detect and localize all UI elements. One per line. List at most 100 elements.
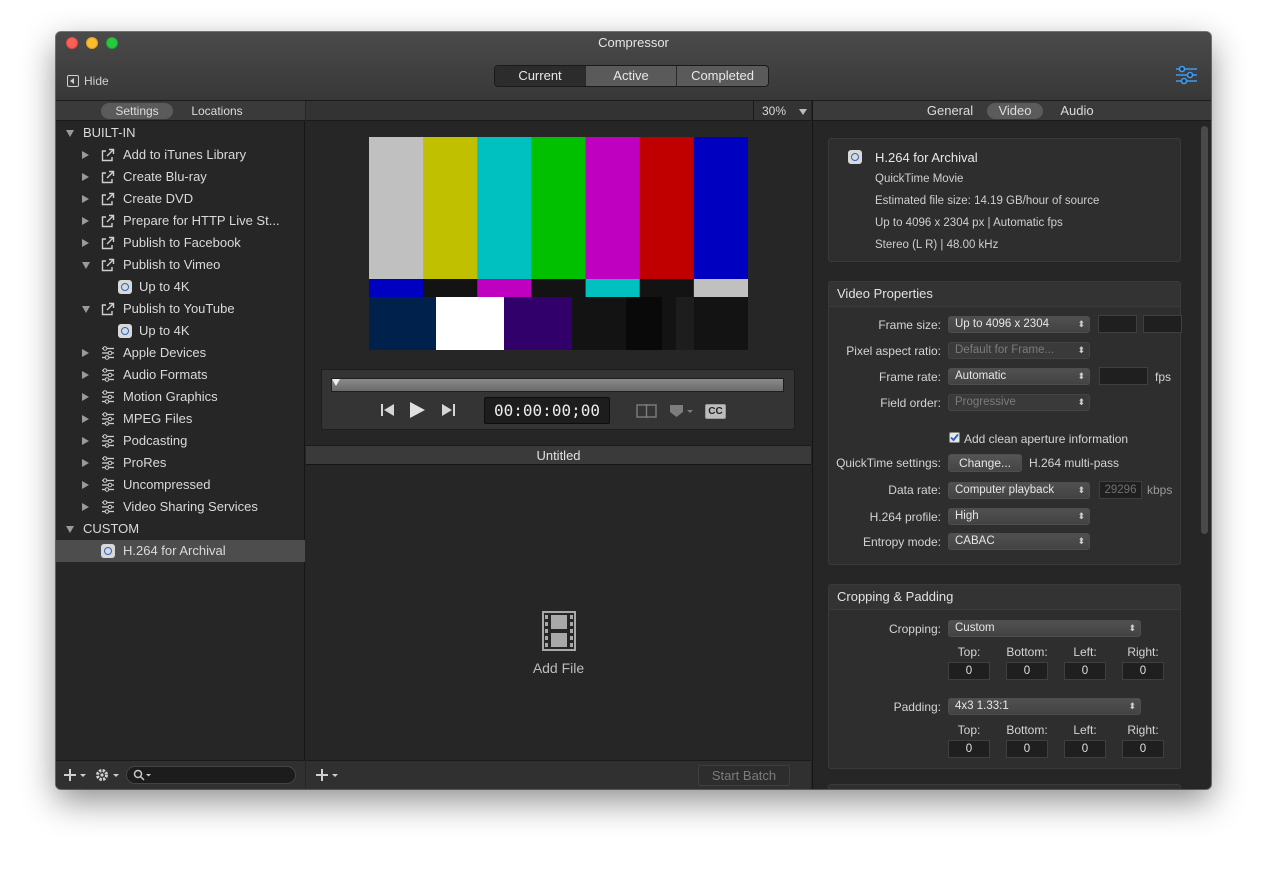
tree-item[interactable]: ProRes bbox=[56, 452, 305, 474]
tree-group-header[interactable]: CUSTOM bbox=[56, 518, 305, 540]
settings-group-icon bbox=[102, 390, 114, 404]
disclosure-closed-icon[interactable] bbox=[82, 349, 89, 357]
frame-width-field[interactable] bbox=[1098, 315, 1137, 333]
tab-completed[interactable]: Completed bbox=[677, 66, 768, 86]
disclosure-closed-icon[interactable] bbox=[82, 459, 89, 467]
disclosure-closed-icon[interactable] bbox=[82, 481, 89, 489]
tree-item-label: Publish to Vimeo bbox=[123, 257, 221, 272]
tree-item[interactable]: Uncompressed bbox=[56, 474, 305, 496]
disclosure-open-icon[interactable] bbox=[66, 526, 74, 533]
tree-item[interactable]: Audio Formats bbox=[56, 364, 305, 386]
pad-left-field[interactable]: 0 bbox=[1064, 740, 1106, 758]
playhead[interactable] bbox=[332, 379, 340, 386]
pad-bottom-label: Bottom: bbox=[1006, 723, 1048, 737]
tree-item-label: Audio Formats bbox=[123, 367, 208, 382]
tab-settings[interactable]: Settings bbox=[101, 103, 173, 119]
clean-aperture-checkbox[interactable] bbox=[949, 432, 960, 443]
tab-audio[interactable]: Audio bbox=[1050, 103, 1104, 119]
tree-item[interactable]: Video Sharing Services bbox=[56, 496, 305, 518]
frame-rate-popup[interactable]: Automatic bbox=[948, 368, 1090, 385]
pad-top-field[interactable]: 0 bbox=[948, 740, 990, 758]
setting-summary-box: H.264 for Archival QuickTime Movie Estim… bbox=[828, 138, 1181, 262]
zoom-popup[interactable]: 30% bbox=[753, 101, 811, 121]
crop-bottom-field[interactable]: 0 bbox=[1006, 662, 1048, 680]
disclosure-closed-icon[interactable] bbox=[82, 195, 89, 203]
disclosure-closed-icon[interactable] bbox=[82, 393, 89, 401]
settings-search-field[interactable] bbox=[126, 766, 296, 784]
tree-item[interactable]: Motion Graphics bbox=[56, 386, 305, 408]
tree-group-header[interactable]: BUILT-IN bbox=[56, 122, 305, 144]
tree-item[interactable]: Publish to YouTube bbox=[56, 298, 305, 320]
add-file-label: Add File bbox=[532, 660, 585, 676]
inspector-scrollbar[interactable] bbox=[1201, 126, 1208, 534]
tree-item[interactable]: Prepare for HTTP Live St... bbox=[56, 210, 305, 232]
tree-item[interactable]: H.264 for Archival bbox=[56, 540, 305, 562]
middle-bar bbox=[693, 279, 748, 297]
data-rate-field[interactable]: 29296 bbox=[1099, 481, 1142, 499]
disclosure-open-icon[interactable] bbox=[82, 262, 90, 269]
crop-left-field[interactable]: 0 bbox=[1064, 662, 1106, 680]
tab-general[interactable]: General bbox=[920, 103, 980, 119]
padding-popup[interactable]: 4x3 1.33:1 bbox=[948, 698, 1141, 715]
add-file-dropzone[interactable]: Add File bbox=[306, 611, 811, 676]
tree-item[interactable]: Up to 4K bbox=[56, 320, 305, 342]
disclosure-closed-icon[interactable] bbox=[82, 239, 89, 247]
tree-item[interactable]: Publish to Vimeo bbox=[56, 254, 305, 276]
closed-captions-button[interactable]: CC bbox=[705, 404, 726, 419]
disclosure-open-icon[interactable] bbox=[66, 130, 74, 137]
tab-video[interactable]: Video bbox=[987, 103, 1043, 119]
frame-height-field[interactable] bbox=[1143, 315, 1182, 333]
tree-item[interactable]: Publish to Facebook bbox=[56, 232, 305, 254]
quicktime-settings-label: QuickTime settings: bbox=[836, 456, 941, 470]
top-bar bbox=[369, 137, 424, 279]
tree-item[interactable]: Add to iTunes Library bbox=[56, 144, 305, 166]
h264-profile-popup[interactable]: High bbox=[948, 508, 1090, 525]
disclosure-closed-icon[interactable] bbox=[82, 437, 89, 445]
crop-right-field[interactable]: 0 bbox=[1122, 662, 1164, 680]
bottom-bar bbox=[572, 297, 627, 350]
add-setting-icon[interactable] bbox=[64, 768, 88, 782]
start-batch-button[interactable]: Start Batch bbox=[698, 765, 790, 786]
search-icon bbox=[133, 769, 151, 781]
tree-item[interactable]: Up to 4K bbox=[56, 276, 305, 298]
field-order-popup[interactable]: Progressive bbox=[948, 394, 1090, 411]
change-settings-button[interactable]: Change... bbox=[948, 454, 1022, 472]
disclosure-open-icon[interactable] bbox=[82, 306, 90, 313]
next-frame-icon[interactable] bbox=[440, 403, 456, 417]
color-bars-preview bbox=[369, 137, 748, 350]
frame-rate-field[interactable] bbox=[1099, 367, 1148, 385]
pad-right-field[interactable]: 0 bbox=[1122, 740, 1164, 758]
tab-active[interactable]: Active bbox=[586, 66, 677, 86]
tree-item[interactable]: Create Blu-ray bbox=[56, 166, 305, 188]
pad-bottom-field[interactable]: 0 bbox=[1006, 740, 1048, 758]
gear-icon[interactable] bbox=[94, 767, 120, 783]
tree-item-label: Up to 4K bbox=[139, 279, 190, 294]
tab-locations[interactable]: Locations bbox=[180, 103, 254, 119]
disclosure-closed-icon[interactable] bbox=[82, 371, 89, 379]
previous-frame-icon[interactable] bbox=[380, 403, 396, 417]
add-source-icon[interactable] bbox=[316, 768, 340, 782]
split-view-icon[interactable] bbox=[636, 404, 658, 418]
entropy-mode-popup[interactable]: CABAC bbox=[948, 533, 1090, 550]
pixel-aspect-popup[interactable]: Default for Frame... bbox=[948, 342, 1090, 359]
data-rate-label: Data rate: bbox=[888, 483, 941, 497]
tree-item[interactable]: MPEG Files bbox=[56, 408, 305, 430]
disclosure-closed-icon[interactable] bbox=[82, 217, 89, 225]
crop-top-field[interactable]: 0 bbox=[948, 662, 990, 680]
tab-current[interactable]: Current bbox=[495, 66, 586, 86]
cropping-popup[interactable]: Custom bbox=[948, 620, 1141, 637]
tree-item[interactable]: Podcasting bbox=[56, 430, 305, 452]
data-rate-popup[interactable]: Computer playback bbox=[948, 482, 1090, 499]
disclosure-closed-icon[interactable] bbox=[82, 415, 89, 423]
disclosure-closed-icon[interactable] bbox=[82, 151, 89, 159]
frame-size-popup[interactable]: Up to 4096 x 2304 bbox=[948, 316, 1090, 333]
marker-icon[interactable] bbox=[669, 404, 695, 418]
disclosure-closed-icon[interactable] bbox=[82, 503, 89, 511]
disclosure-closed-icon[interactable] bbox=[82, 173, 89, 181]
hide-sidebar-button[interactable]: Hide bbox=[67, 74, 109, 88]
tree-item[interactable]: Apple Devices bbox=[56, 342, 305, 364]
scrubber-bar[interactable] bbox=[331, 378, 784, 392]
play-icon[interactable] bbox=[408, 401, 426, 419]
tree-item[interactable]: Create DVD bbox=[56, 188, 305, 210]
inspector-toggle-icon[interactable] bbox=[1175, 65, 1198, 85]
